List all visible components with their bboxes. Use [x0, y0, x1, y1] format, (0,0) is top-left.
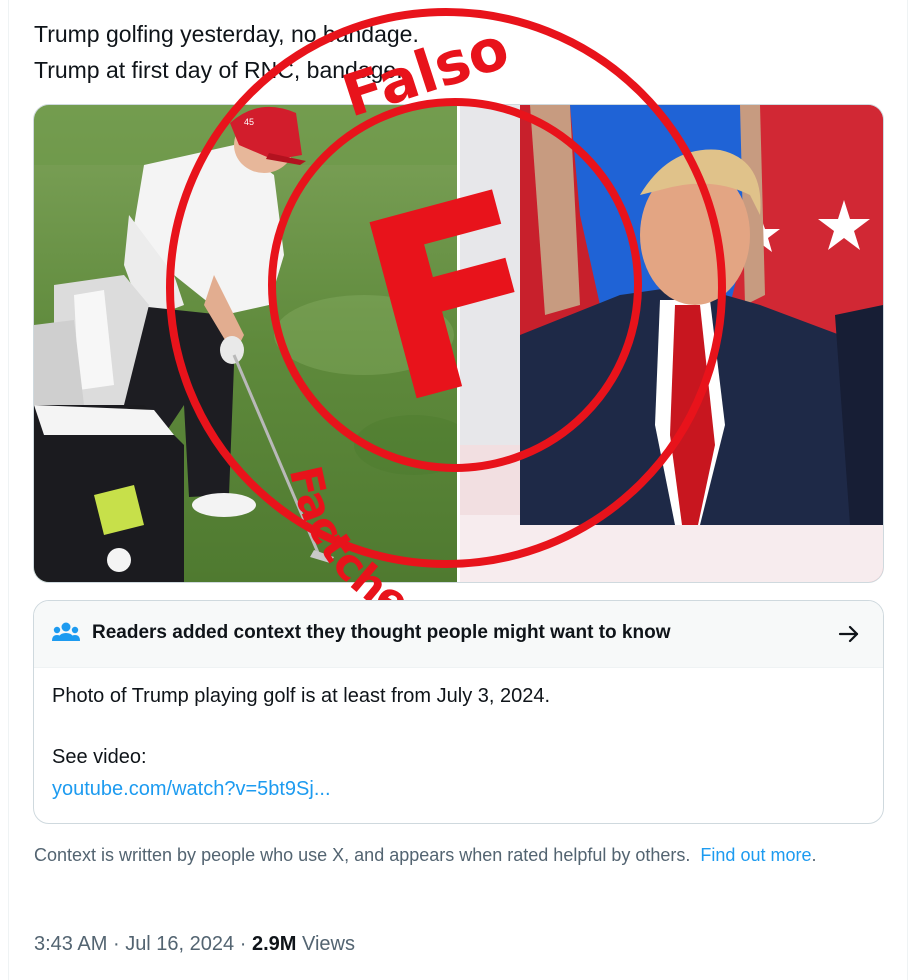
left-border — [8, 0, 9, 980]
views-count: 2.9M — [251, 933, 297, 955]
community-note-header[interactable]: Readers added context they thought peopl… — [34, 601, 883, 668]
views-label: Views — [302, 933, 355, 955]
tweet-media[interactable]: 45 — [33, 104, 884, 583]
context-disclaimer: Context is written by people who use X, … — [34, 843, 874, 867]
rnc-photo-image — [460, 105, 883, 582]
disclaimer-text: Context is written by people who use X, … — [34, 845, 691, 865]
meta-separator: · — [239, 933, 247, 955]
arrow-right-icon[interactable] — [836, 621, 862, 647]
tweet-date[interactable]: Jul 16, 2024 — [125, 933, 234, 955]
people-icon — [52, 622, 80, 641]
tweet-meta: 3:43 AM · Jul 16, 2024 · 2.9M Views — [34, 933, 355, 956]
disclaimer-suffix: . — [811, 845, 817, 865]
note-text-line: Photo of Trump playing golf is at least … — [52, 685, 551, 707]
tweet-text: Trump golfing yesterday, no bandage. Tru… — [34, 16, 874, 88]
note-see-video: See video: — [52, 746, 147, 768]
community-note-title: Readers added context they thought peopl… — [92, 622, 671, 643]
rnc-photo[interactable] — [460, 105, 883, 582]
golf-photo-image: 45 — [34, 105, 457, 582]
right-border — [907, 0, 908, 980]
golf-photo[interactable]: 45 — [34, 105, 457, 582]
tweet-time[interactable]: 3:43 AM — [34, 933, 107, 955]
tweet-line-2: Trump at first day of RNC, bandage. — [34, 57, 403, 83]
note-video-link[interactable]: youtube.com/watch?v=5bt9Sj... — [52, 778, 331, 801]
meta-separator: · — [112, 933, 120, 955]
find-out-more-link[interactable]: Find out more — [700, 845, 811, 865]
tweet-line-1: Trump golfing yesterday, no bandage. — [34, 21, 419, 47]
community-note: Readers added context they thought peopl… — [33, 600, 884, 824]
cap-number: 45 — [244, 117, 254, 127]
